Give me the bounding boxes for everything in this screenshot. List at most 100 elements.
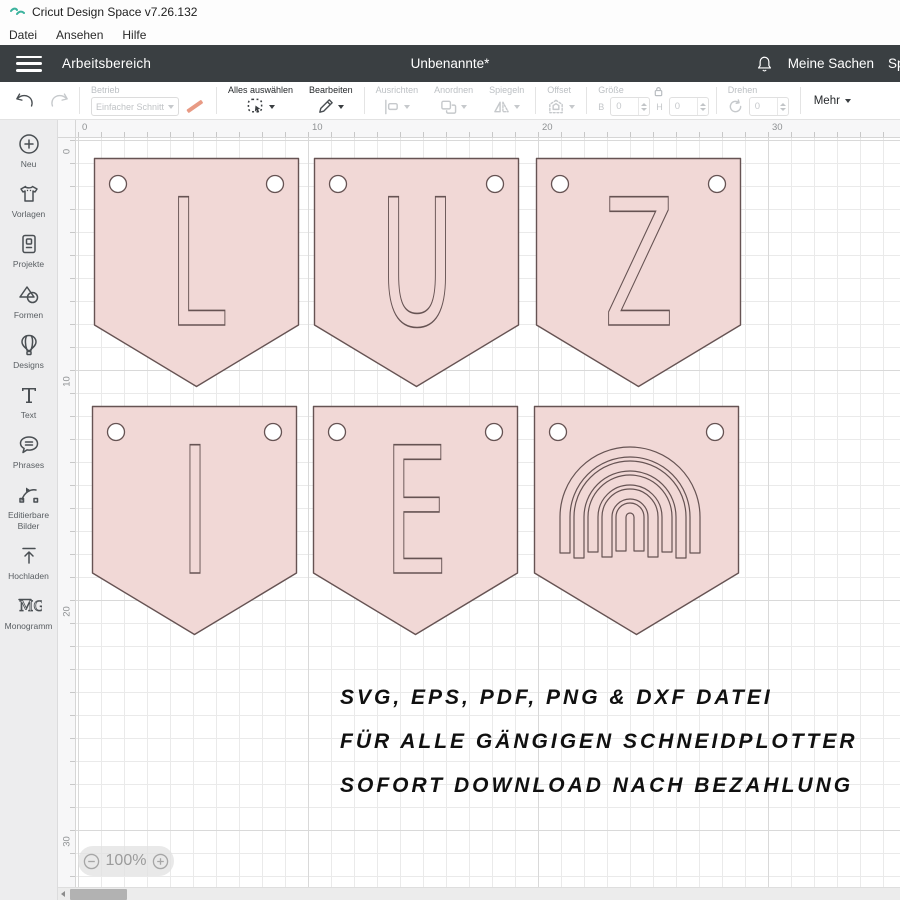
hole-icon: [267, 176, 284, 193]
flip-group[interactable]: Spiegeln: [481, 82, 532, 119]
hole-icon: [550, 424, 567, 441]
align-icon: [383, 99, 400, 115]
arrange-label: Anordnen: [434, 85, 473, 96]
ruler-corner: [58, 120, 76, 138]
redo-icon: [49, 92, 69, 109]
hole-icon: [330, 176, 347, 193]
align-group[interactable]: Ausrichten: [368, 82, 427, 119]
lock-icon[interactable]: [653, 86, 664, 97]
shapes-icon: [17, 283, 41, 307]
operation-select[interactable]: Einfacher Schnitt: [91, 97, 179, 116]
zoom-in-icon[interactable]: [152, 853, 169, 870]
height-field-label: H: [656, 102, 663, 112]
tshirt-icon: [17, 182, 41, 206]
left-sidebar: Neu Vorlagen Projekte Formen: [0, 120, 58, 900]
height-stepper[interactable]: [697, 98, 708, 115]
upload-icon: [17, 544, 41, 568]
select-all-icon: [246, 98, 265, 115]
rotate-stepper[interactable]: [777, 98, 788, 115]
my-stuff-link[interactable]: Meine Sachen: [788, 56, 874, 71]
rotate-label: Drehen: [728, 85, 758, 96]
canvas-text-block[interactable]: SVG, EPS, PDF, PNG & DXF DATEI FÜR ALLE …: [340, 676, 900, 808]
design-canvas[interactable]: 0 10 20 30 0 10 20 30 L: [58, 120, 900, 887]
width-field-label: B: [598, 102, 604, 112]
redo-button[interactable]: [42, 82, 76, 119]
hole-icon: [709, 176, 726, 193]
menu-datei[interactable]: Datei: [9, 28, 37, 42]
rotate-group: Drehen 0: [720, 82, 797, 119]
pennant-letter-e[interactable]: E: [312, 405, 519, 636]
hole-icon: [707, 424, 724, 441]
edit-label: Bearbeiten: [309, 85, 353, 96]
hamburger-menu-icon[interactable]: [16, 56, 42, 72]
canvas-text-line: SVG, EPS, PDF, PNG & DXF DATEI: [340, 676, 900, 720]
svg-text:U: U: [380, 161, 455, 367]
arrange-group[interactable]: Anordnen: [426, 82, 481, 119]
zoom-out-icon[interactable]: [83, 853, 100, 870]
save-button[interactable]: Speichern: [888, 56, 900, 71]
sidebar-item-projekte[interactable]: Projekte: [0, 225, 57, 275]
svg-text:L: L: [169, 161, 226, 367]
scroll-left-icon[interactable]: [61, 891, 65, 897]
sidebar-item-designs[interactable]: Designs: [0, 326, 57, 376]
svg-text:E: E: [384, 409, 449, 615]
balloon-icon: [17, 333, 41, 357]
offset-label: Offset: [547, 85, 571, 96]
select-all-label: Alles auswählen: [228, 85, 293, 96]
sidebar-item-vorlagen[interactable]: Vorlagen: [0, 175, 57, 225]
hole-icon: [487, 176, 504, 193]
flip-label: Spiegeln: [489, 85, 524, 96]
menu-bar: Datei Ansehen Hilfe: [0, 24, 900, 45]
operation-label: Betrieb: [91, 85, 120, 96]
sidebar-item-neu[interactable]: Neu: [0, 125, 57, 175]
undo-icon: [15, 92, 35, 109]
bell-icon[interactable]: [755, 54, 774, 74]
sidebar-item-editierbare-bilder[interactable]: Editierbare Bilder: [0, 476, 57, 536]
offset-icon: [547, 99, 565, 115]
pennant-letter-u[interactable]: U: [313, 157, 520, 388]
rotate-field[interactable]: 0: [749, 97, 789, 116]
sidebar-item-text[interactable]: Text: [0, 376, 57, 426]
select-all-group[interactable]: Alles auswählen: [220, 82, 301, 119]
width-stepper[interactable]: [638, 98, 649, 115]
plus-circle-icon: [17, 132, 41, 156]
window-titlebar: Cricut Design Space v7.26.132: [0, 0, 900, 24]
zoom-control: 100%: [78, 846, 174, 876]
edit-group[interactable]: Bearbeiten: [301, 82, 361, 119]
pennant-letter-i[interactable]: I: [91, 405, 298, 636]
offset-group[interactable]: Offset: [539, 82, 583, 119]
horizontal-scrollbar[interactable]: [58, 887, 900, 900]
svg-text:I: I: [180, 409, 210, 615]
menu-ansehen[interactable]: Ansehen: [56, 28, 103, 42]
operation-group: Betrieb Einfacher Schnitt: [83, 82, 213, 119]
arrange-icon: [440, 99, 457, 115]
align-label: Ausrichten: [376, 85, 419, 96]
pennant-letter-l[interactable]: L: [93, 157, 300, 388]
pennant-letter-z[interactable]: Z: [535, 157, 742, 388]
sidebar-item-formen[interactable]: Formen: [0, 276, 57, 326]
size-label: Größe: [598, 85, 624, 96]
cricut-logo-icon: [10, 7, 25, 18]
undo-button[interactable]: [8, 82, 42, 119]
canvas-text-line: SOFORT DOWNLOAD NACH BEZAHLUNG: [340, 764, 900, 808]
hole-icon: [486, 424, 503, 441]
sidebar-item-monogramm[interactable]: MG Monogramm: [0, 587, 57, 637]
sidebar-item-hochladen[interactable]: Hochladen: [0, 537, 57, 587]
monogram-icon: MG: [16, 594, 42, 618]
speech-bubble-icon: [17, 433, 41, 457]
workspace-label[interactable]: Arbeitsbereich: [62, 56, 151, 71]
scrollbar-thumb[interactable]: [70, 889, 127, 900]
pen-path-icon: [17, 483, 41, 507]
sidebar-item-phrases[interactable]: Phrases: [0, 426, 57, 476]
height-field[interactable]: 0: [669, 97, 709, 116]
edit-toolbar: Betrieb Einfacher Schnitt Alles auswähle…: [0, 82, 900, 120]
flip-icon: [493, 99, 510, 115]
width-field[interactable]: 0: [610, 97, 650, 116]
rotate-icon: [728, 99, 743, 114]
ruler-vertical: 0 10 20 30: [58, 120, 76, 887]
menu-hilfe[interactable]: Hilfe: [122, 28, 146, 42]
zoom-level: 100%: [106, 852, 147, 870]
color-pencil-icon[interactable]: [183, 98, 205, 116]
more-button[interactable]: Mehr: [804, 82, 861, 119]
pennant-rainbow[interactable]: [533, 405, 740, 636]
